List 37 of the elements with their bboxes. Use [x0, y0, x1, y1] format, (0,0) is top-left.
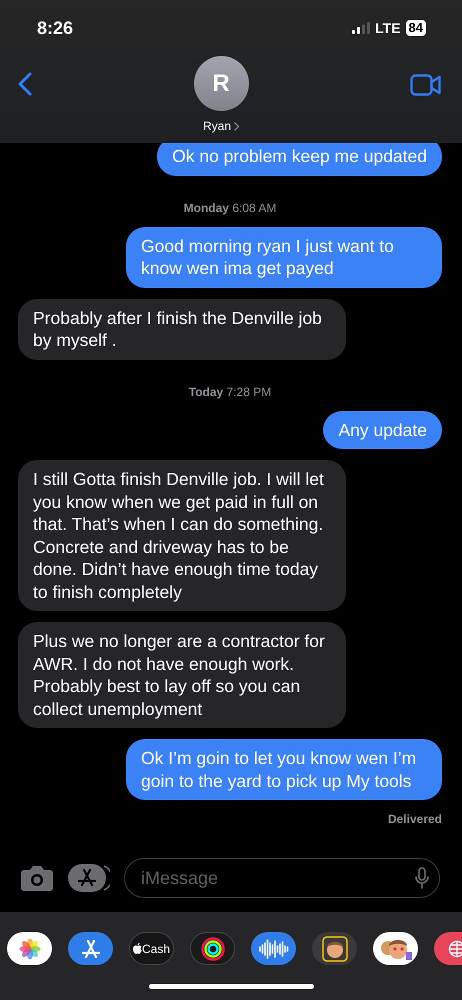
received-message-bubble: Plus we no longer are a contractor for AWR. I do not have enough work. Probably best to lay off so you can collect unemployment	[18, 622, 346, 728]
app-store-icon	[80, 940, 100, 958]
delivery-status: Delivered	[388, 812, 442, 826]
apps-button[interactable]	[68, 862, 110, 894]
received-message-bubble: I still Gotta finish Denville job. I will let you know when we get paid in full on that. That’s when I can do something. Concrete and driveway has to be done. Didn’t have enough time today to finish completely	[18, 460, 346, 611]
flower-icon	[18, 938, 40, 960]
activity-rings-button[interactable]	[190, 932, 235, 965]
memoji-button[interactable]	[312, 932, 357, 965]
audio-message-button[interactable]	[251, 932, 296, 965]
camera-button[interactable]	[20, 865, 54, 891]
status-time: 8:26	[37, 18, 74, 38]
app-store-button[interactable]	[68, 932, 113, 965]
conversation-timestamp: Monday 6:08 AM	[184, 200, 276, 214]
sent-message-bubble: Ok I’m goin to let you know wen I’m goin to the yard to pick up My tools	[126, 739, 442, 800]
rings-icon	[200, 936, 224, 960]
apple-icon	[132, 943, 142, 954]
conversation-timestamp: Today 7:28 PM	[188, 384, 272, 398]
signal-icon	[352, 22, 370, 34]
battery-level: 84	[406, 20, 426, 36]
stickers-button[interactable]	[373, 932, 418, 965]
back-button[interactable]	[18, 72, 32, 96]
network-type: LTE	[375, 20, 401, 36]
microphone-icon[interactable]	[415, 867, 429, 889]
chevron-icon	[234, 122, 239, 130]
message-input-field[interactable]: iMessage	[139, 866, 415, 890]
video-call-button[interactable]	[410, 74, 442, 96]
figure-icon	[320, 934, 350, 964]
received-message-bubble: Probably after I finish the Denville job by myself .	[18, 298, 346, 360]
cash-app-button[interactable]: Cash	[129, 932, 174, 965]
message-field[interactable]: iMessage	[124, 858, 440, 898]
contact-name[interactable]: Ryan	[202, 119, 239, 133]
globe-icon	[448, 940, 462, 958]
sent-message-bubble: Good morning ryan I just want to know wen ima get payed	[126, 226, 442, 288]
sent-message-bubble: Ok no problem keep me updated	[157, 143, 442, 176]
waveform-icon	[258, 938, 290, 958]
photos-app-button[interactable]	[7, 932, 52, 965]
sent-message-bubble: Any update	[323, 410, 442, 449]
